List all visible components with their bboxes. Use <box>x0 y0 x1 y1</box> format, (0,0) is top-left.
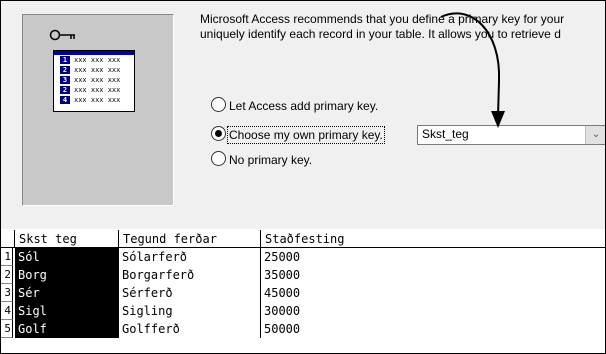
annotation-arrow <box>440 12 505 128</box>
wizard-window: 1 xxx xxx xxx 2 xxx xxx xxx 3 xxx xxx xxx 2… <box>0 0 606 354</box>
